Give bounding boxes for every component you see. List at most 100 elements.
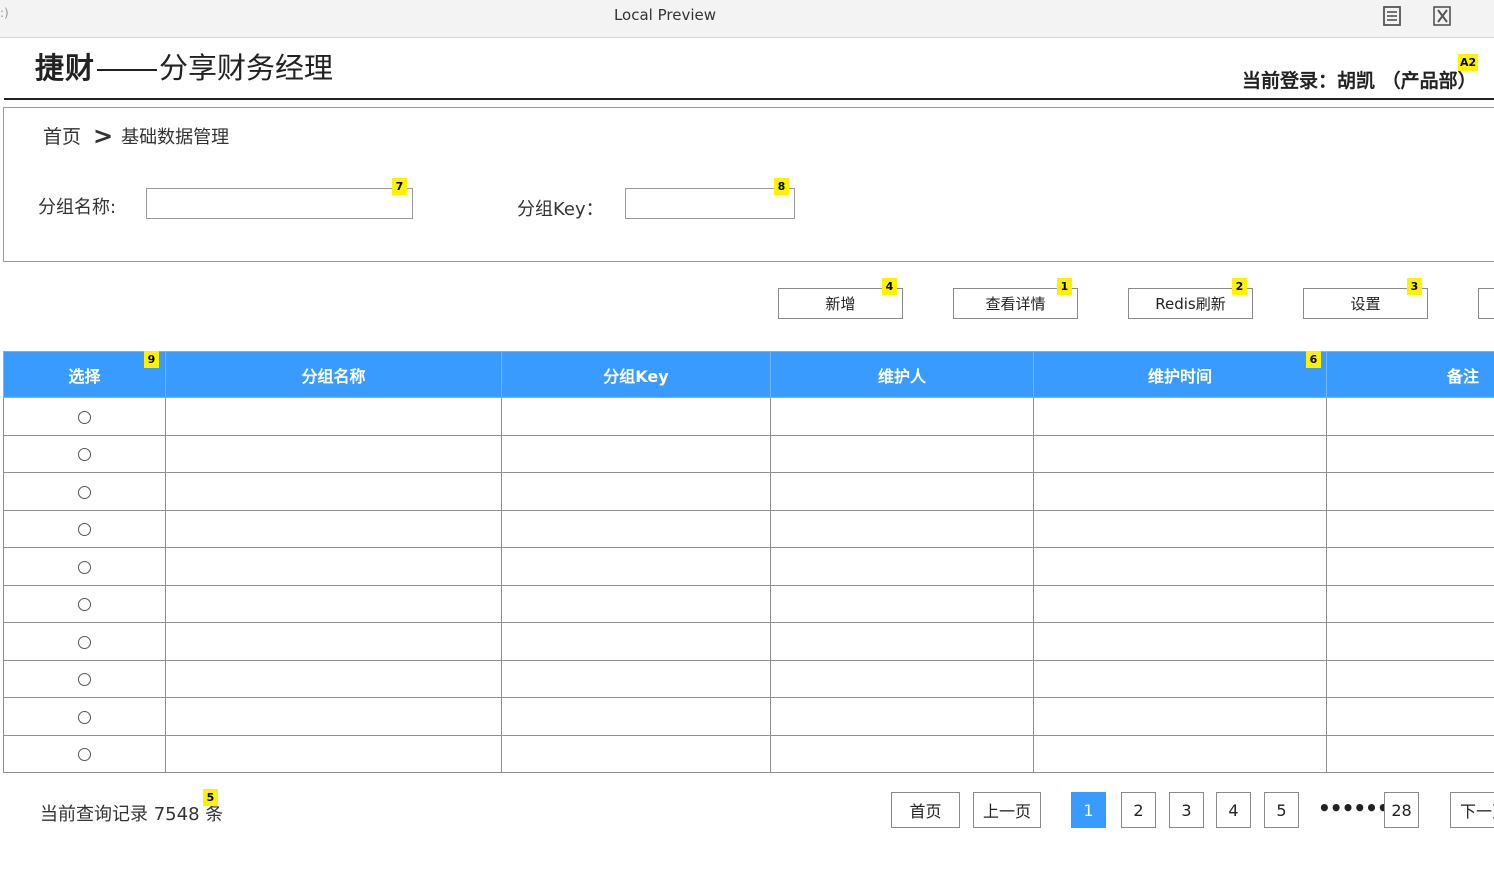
header-divider bbox=[4, 98, 1494, 100]
row-radio[interactable] bbox=[78, 485, 91, 499]
table-cell bbox=[1033, 622, 1327, 661]
table-cell bbox=[165, 547, 502, 586]
record-count-tag: 5 bbox=[203, 789, 218, 806]
table-cell bbox=[1033, 697, 1327, 736]
select-cell[interactable] bbox=[3, 584, 166, 623]
table-cell bbox=[770, 734, 1034, 773]
redis-refresh-tag: 2 bbox=[1232, 278, 1247, 295]
table-cell bbox=[1326, 397, 1494, 436]
brand-subtitle: 分享财务经理 bbox=[159, 51, 334, 85]
table-cell bbox=[165, 397, 502, 436]
page-1-button[interactable]: 1 bbox=[1071, 792, 1106, 828]
breadcrumb-current: 基础数据管理 bbox=[121, 127, 230, 148]
window-titlebar: :) Local Preview bbox=[0, 0, 1494, 38]
table-row[interactable] bbox=[3, 547, 1494, 586]
col-maintain-time[interactable]: 维护时间 bbox=[1033, 351, 1327, 398]
table-row[interactable] bbox=[3, 397, 1494, 436]
select-cell[interactable] bbox=[3, 509, 166, 548]
select-cell[interactable] bbox=[3, 472, 166, 511]
document-icon[interactable] bbox=[1381, 5, 1403, 27]
table-row[interactable] bbox=[3, 472, 1494, 511]
table-cell bbox=[770, 622, 1034, 661]
row-radio[interactable] bbox=[78, 560, 91, 574]
table-cell bbox=[1326, 734, 1494, 773]
table-cell bbox=[501, 734, 771, 773]
table-cell bbox=[501, 397, 771, 436]
table-row[interactable] bbox=[3, 697, 1494, 736]
table-cell bbox=[1326, 584, 1494, 623]
page-3-button[interactable]: 3 bbox=[1169, 792, 1204, 828]
breadcrumb: 首页 > 基础数据管理 bbox=[43, 121, 230, 150]
col-remark[interactable]: 备注 bbox=[1326, 351, 1494, 398]
page-5-button[interactable]: 5 bbox=[1264, 792, 1299, 828]
table-cell bbox=[501, 509, 771, 548]
table-header-row: 选择 分组名称 分组Key 维护人 维护时间 备注 bbox=[3, 351, 1494, 398]
prev-page-button[interactable]: 上一页 bbox=[973, 792, 1041, 828]
table-cell bbox=[501, 622, 771, 661]
table-body bbox=[3, 397, 1494, 773]
col-select: 选择 bbox=[3, 351, 166, 398]
select-cell[interactable] bbox=[3, 622, 166, 661]
select-cell[interactable] bbox=[3, 697, 166, 736]
table-cell bbox=[1033, 659, 1327, 698]
table-cell bbox=[1326, 509, 1494, 548]
window-title: Local Preview bbox=[613, 6, 717, 24]
time-column-tag: 6 bbox=[1306, 351, 1321, 368]
table-row[interactable] bbox=[3, 734, 1494, 773]
group-table: 选择 分组名称 分组Key 维护人 维护时间 备注 bbox=[3, 351, 1494, 773]
group-name-input[interactable] bbox=[146, 188, 413, 219]
page-2-button[interactable]: 2 bbox=[1121, 792, 1156, 828]
variable-icon[interactable] bbox=[1432, 5, 1454, 27]
row-radio[interactable] bbox=[78, 448, 91, 462]
group-key-label: 分组Key： bbox=[517, 199, 604, 220]
col-maintainer[interactable]: 维护人 bbox=[770, 351, 1034, 398]
group-key-tag: 8 bbox=[774, 178, 789, 195]
breadcrumb-home[interactable]: 首页 bbox=[43, 126, 81, 148]
select-cell[interactable] bbox=[3, 547, 166, 586]
select-cell[interactable] bbox=[3, 434, 166, 473]
table-row[interactable] bbox=[3, 584, 1494, 623]
table-cell bbox=[165, 734, 502, 773]
row-radio[interactable] bbox=[78, 410, 91, 424]
row-radio[interactable] bbox=[78, 710, 91, 724]
table-cell bbox=[501, 697, 771, 736]
table-cell bbox=[165, 697, 502, 736]
table-cell bbox=[770, 434, 1034, 473]
table-cell bbox=[1326, 659, 1494, 698]
table-cell bbox=[770, 659, 1034, 698]
table-row[interactable] bbox=[3, 659, 1494, 698]
brand-bold: 捷财 bbox=[35, 51, 96, 85]
row-radio[interactable] bbox=[78, 598, 91, 612]
row-radio[interactable] bbox=[78, 673, 91, 687]
select-cell[interactable] bbox=[3, 397, 166, 436]
table-cell bbox=[501, 472, 771, 511]
row-radio[interactable] bbox=[78, 635, 91, 649]
next-page-button[interactable]: 下一页 bbox=[1450, 792, 1494, 828]
row-radio[interactable] bbox=[78, 523, 91, 537]
table-cell bbox=[1326, 622, 1494, 661]
table-cell bbox=[1033, 734, 1327, 773]
col-group-name[interactable]: 分组名称 bbox=[165, 351, 502, 398]
more-toolbar-button[interactable] bbox=[1478, 288, 1494, 319]
table-cell bbox=[770, 547, 1034, 586]
page-4-button[interactable]: 4 bbox=[1216, 792, 1251, 828]
row-radio[interactable] bbox=[78, 748, 91, 762]
first-page-button[interactable]: 首页 bbox=[891, 792, 960, 828]
app-brand: 捷财 分享财务经理 bbox=[35, 48, 333, 88]
table-row[interactable] bbox=[3, 622, 1494, 661]
last-page-button[interactable]: 28 bbox=[1384, 792, 1419, 828]
table-cell bbox=[501, 434, 771, 473]
settings-tag: 3 bbox=[1407, 278, 1422, 295]
select-cell[interactable] bbox=[3, 659, 166, 698]
add-button-tag: 4 bbox=[882, 278, 897, 295]
current-login: 当前登录：胡凯 （产品部） bbox=[1242, 70, 1477, 92]
table-cell bbox=[1326, 434, 1494, 473]
login-tag: A2 bbox=[1458, 54, 1479, 71]
group-name-label: 分组名称: bbox=[38, 197, 117, 218]
col-group-key[interactable]: 分组Key bbox=[501, 351, 771, 398]
table-row[interactable] bbox=[3, 509, 1494, 548]
group-key-input[interactable] bbox=[625, 188, 795, 219]
table-cell bbox=[1033, 547, 1327, 586]
select-cell[interactable] bbox=[3, 734, 166, 773]
table-row[interactable] bbox=[3, 434, 1494, 473]
